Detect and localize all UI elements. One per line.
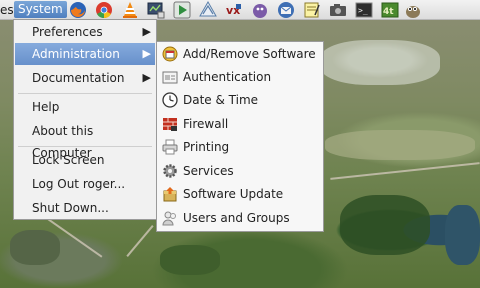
menu-separator xyxy=(18,146,152,147)
submenu-item-users-and-groups[interactable]: Users and Groups xyxy=(158,207,322,230)
gimp-icon[interactable]: 4t xyxy=(381,1,399,19)
submenu-item-add-remove-software[interactable]: Add/Remove Software xyxy=(158,43,322,66)
menu-item-label: Shut Down... xyxy=(32,201,109,215)
inkscape-icon[interactable] xyxy=(199,1,217,19)
menu-item-preferences[interactable]: Preferences ▶ xyxy=(15,21,155,43)
gimp-wilber-icon[interactable] xyxy=(404,1,422,19)
users-icon xyxy=(162,210,178,226)
submenu-arrow-icon: ▶ xyxy=(142,71,151,84)
thunderbird-icon[interactable] xyxy=(277,1,295,19)
svg-text:>_: >_ xyxy=(358,6,368,15)
menu-item-shut-down[interactable]: Shut Down... xyxy=(15,197,155,219)
menu-item-label: Lock Screen xyxy=(32,153,105,167)
add-remove-software-icon xyxy=(162,46,178,62)
system-monitor-icon[interactable] xyxy=(147,1,165,19)
notes-icon[interactable] xyxy=(303,1,321,19)
submenu-item-software-update[interactable]: Software Update xyxy=(158,183,322,206)
places-menu-fragment[interactable]: es xyxy=(0,3,14,17)
submenu-item-label: Software Update xyxy=(183,187,284,201)
menu-item-label: Log Out roger... xyxy=(32,177,126,191)
menu-item-documentation[interactable]: Documentation ▶ xyxy=(15,67,155,89)
menu-separator xyxy=(18,93,152,94)
camera-icon[interactable] xyxy=(329,1,347,19)
menu-item-administration[interactable]: Administration ▶ xyxy=(15,43,155,65)
printer-icon xyxy=(162,139,178,155)
top-panel: es System vx >_ 4t xyxy=(0,0,480,20)
gear-icon xyxy=(162,163,178,179)
menu-item-label: Documentation xyxy=(32,71,125,85)
submenu-item-authentication[interactable]: Authentication xyxy=(158,66,322,89)
submenu-item-firewall[interactable]: Firewall xyxy=(158,113,322,136)
submenu-item-label: Date & Time xyxy=(183,93,259,107)
submenu-item-label: Authentication xyxy=(183,70,272,84)
submenu-item-label: Firewall xyxy=(183,117,229,131)
wine-icon[interactable]: vx xyxy=(225,1,243,19)
menu-item-log-out[interactable]: Log Out roger... xyxy=(15,173,155,195)
menu-item-label: Help xyxy=(32,100,60,114)
system-menu: Preferences ▶ Administration ▶ Documenta… xyxy=(13,19,157,220)
vlc-icon[interactable] xyxy=(121,1,139,19)
submenu-item-printing[interactable]: Printing xyxy=(158,136,322,159)
submenu-item-date-time[interactable]: Date & Time xyxy=(158,89,322,112)
system-menu-button[interactable]: System xyxy=(14,1,67,18)
submenu-item-services[interactable]: Services xyxy=(158,160,322,183)
administration-submenu: Add/Remove Software Authentication Date … xyxy=(156,41,324,232)
firefox-icon[interactable] xyxy=(69,1,87,19)
svg-text:4t: 4t xyxy=(383,7,394,17)
authentication-icon xyxy=(162,69,178,85)
menu-item-lock-screen[interactable]: Lock Screen xyxy=(15,149,155,171)
chrome-icon[interactable] xyxy=(95,1,113,19)
menu-item-about-this-computer[interactable]: About this Computer xyxy=(15,120,155,160)
submenu-item-label: Add/Remove Software xyxy=(183,47,316,61)
media-player-icon[interactable] xyxy=(173,1,191,19)
submenu-item-label: Users and Groups xyxy=(183,211,290,225)
submenu-item-label: Printing xyxy=(183,140,230,154)
pidgin-icon[interactable] xyxy=(251,1,269,19)
menu-item-help[interactable]: Help xyxy=(15,96,155,118)
menu-item-label: Administration xyxy=(32,47,120,61)
submenu-arrow-icon: ▶ xyxy=(142,25,151,38)
submenu-arrow-icon: ▶ xyxy=(142,47,151,60)
software-update-icon xyxy=(162,186,178,202)
terminal-icon[interactable]: >_ xyxy=(355,1,373,19)
submenu-item-label: Services xyxy=(183,164,234,178)
clock-icon xyxy=(162,92,178,108)
firewall-icon xyxy=(162,116,178,132)
menu-item-label: Preferences xyxy=(32,25,103,39)
